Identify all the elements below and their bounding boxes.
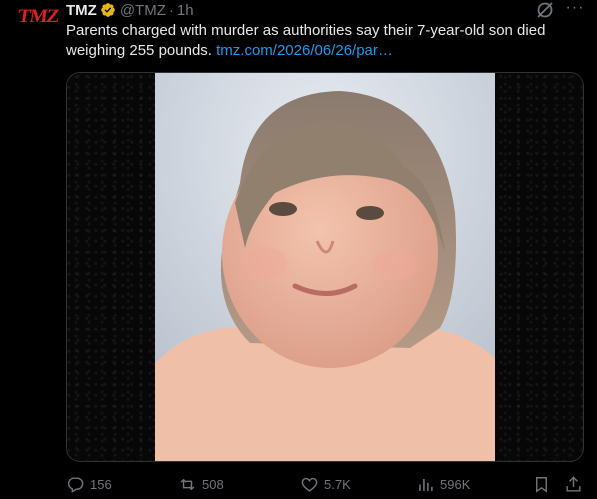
- repost-count: 508: [202, 476, 224, 492]
- bookmark-button[interactable]: [532, 472, 551, 496]
- like-count: 5.7K: [324, 476, 351, 492]
- timestamp[interactable]: 1h: [177, 2, 194, 19]
- analytics-icon: [419, 478, 433, 491]
- tweet-actions: 156 508 5.7K 596K: [66, 472, 586, 496]
- reply-icon: [67, 476, 84, 493]
- separator-dot: ·: [168, 1, 174, 19]
- tweet-media[interactable]: [66, 72, 584, 462]
- heart-icon: [301, 477, 318, 492]
- grok-icon[interactable]: [535, 0, 555, 20]
- views-button[interactable]: 596K: [416, 472, 470, 496]
- more-options-icon[interactable]: ···: [564, 0, 586, 18]
- display-name[interactable]: TMZ: [66, 2, 97, 19]
- repost-icon: [180, 478, 195, 490]
- tweet-link[interactable]: tmz.com/2026/06/26/par…: [216, 42, 393, 59]
- verified-badge-icon: [100, 2, 116, 18]
- share-button[interactable]: [564, 472, 583, 496]
- handle[interactable]: @TMZ: [120, 2, 166, 19]
- reply-count: 156: [90, 476, 112, 492]
- child-photo: [155, 73, 495, 461]
- reply-button[interactable]: 156: [66, 472, 112, 496]
- tweet-text: Parents charged with murder as authoriti…: [66, 21, 581, 61]
- bookmark-icon: [536, 476, 547, 493]
- avatar[interactable]: TMZ: [16, 4, 60, 30]
- like-button[interactable]: 5.7K: [300, 472, 351, 496]
- view-count: 596K: [440, 476, 471, 492]
- repost-button[interactable]: 508: [178, 472, 224, 496]
- tweet-header: TMZ @TMZ · 1h: [66, 1, 194, 19]
- tmz-logo: TMZ: [16, 6, 60, 27]
- share-icon: [566, 475, 581, 492]
